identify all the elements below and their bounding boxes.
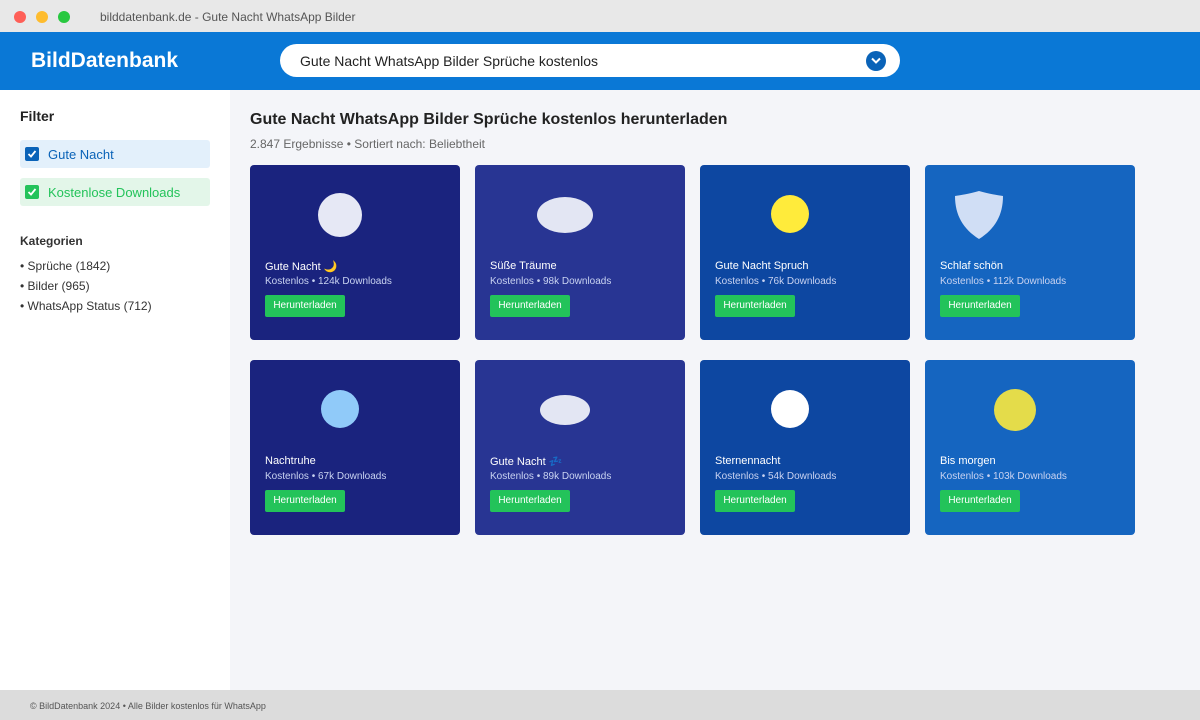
checkbox-checked-icon[interactable] <box>25 185 39 199</box>
filter-heading: Filter <box>20 108 55 124</box>
results-summary: 2.847 Ergebnisse • Sortiert nach: Belieb… <box>250 137 486 151</box>
maximize-window-button[interactable] <box>58 11 70 23</box>
window-title: bilddatenbank.de - Gute Nacht WhatsApp B… <box>100 10 356 24</box>
card-meta: Kostenlos • 67k Downloads <box>265 471 387 482</box>
download-button[interactable]: Herunterladen <box>940 490 1020 512</box>
shield-icon <box>955 191 1003 239</box>
close-window-button[interactable] <box>14 11 26 23</box>
search-box[interactable]: Gute Nacht WhatsApp Bilder Sprüche koste… <box>280 44 900 77</box>
moon-icon <box>771 195 809 233</box>
card-title: Gute Nacht 🌙 <box>265 261 338 273</box>
card-title: Süße Träume <box>490 260 557 272</box>
card-title: Sternennacht <box>715 455 781 467</box>
cloud-icon <box>537 197 593 233</box>
window-titlebar: bilddatenbank.de - Gute Nacht WhatsApp B… <box>0 0 1200 32</box>
checkbox-checked-icon[interactable] <box>25 147 39 161</box>
image-card[interactable]: Süße Träume Kostenlos • 98k Downloads Heru… <box>475 165 685 340</box>
download-button[interactable]: Herunterladen <box>715 490 795 512</box>
filter-kostenlose-downloads[interactable]: Kostenlose Downloads <box>20 178 210 206</box>
search-input[interactable]: Gute Nacht WhatsApp Bilder Sprüche koste… <box>300 53 598 69</box>
image-card[interactable]: Gute Nacht 💤 Kostenlos • 89k Downloads Her… <box>475 360 685 535</box>
moon-icon <box>994 389 1036 431</box>
download-button[interactable]: Herunterladen <box>940 295 1020 317</box>
results-main: Gute Nacht WhatsApp Bilder Sprüche koste… <box>230 90 1200 690</box>
filter-sidebar: Filter Gute Nacht Kostenlose Downloads K… <box>0 90 230 690</box>
image-card[interactable]: Schlaf schön Kostenlos • 112k Downloads He… <box>925 165 1135 340</box>
image-card[interactable]: Sternennacht Kostenlos • 54k Downloads Her… <box>700 360 910 535</box>
card-meta: Kostenlos • 76k Downloads <box>715 276 837 287</box>
site-header: BildDatenbank Gute Nacht WhatsApp Bilder… <box>0 32 1200 90</box>
download-button[interactable]: Herunterladen <box>490 295 570 317</box>
category-item-sprueche[interactable]: • Sprüche (1842) <box>20 259 110 273</box>
image-card[interactable]: Nachtruhe Kostenlos • 67k Downloads Herunt… <box>250 360 460 535</box>
image-card[interactable]: Gute Nacht 🌙 Kostenlos • 124k Downloads He… <box>250 165 460 340</box>
chevron-down-icon <box>871 57 881 64</box>
moon-icon <box>318 193 362 237</box>
footer-copyright: © BildDatenbank 2024 • Alle Bilder koste… <box>30 701 266 711</box>
categories-heading: Kategorien <box>20 234 83 248</box>
card-title: Schlaf schön <box>940 260 1003 272</box>
page-title: Gute Nacht WhatsApp Bilder Sprüche koste… <box>250 111 728 128</box>
download-button[interactable]: Herunterladen <box>265 490 345 512</box>
card-meta: Kostenlos • 54k Downloads <box>715 471 837 482</box>
card-meta: Kostenlos • 103k Downloads <box>940 471 1067 482</box>
download-button[interactable]: Herunterladen <box>715 295 795 317</box>
download-button[interactable]: Herunterladen <box>490 490 570 512</box>
download-button[interactable]: Herunterladen <box>265 295 345 317</box>
card-meta: Kostenlos • 124k Downloads <box>265 276 392 287</box>
filter-label: Gute Nacht <box>48 147 114 162</box>
filter-label: Kostenlose Downloads <box>48 185 181 200</box>
card-meta: Kostenlos • 112k Downloads <box>940 276 1067 287</box>
minimize-window-button[interactable] <box>36 11 48 23</box>
image-card[interactable]: Gute Nacht Spruch Kostenlos • 76k Downloa… <box>700 165 910 340</box>
category-item-bilder[interactable]: • Bilder (965) <box>20 279 90 293</box>
search-dropdown-button[interactable] <box>866 51 886 71</box>
site-footer: © BildDatenbank 2024 • Alle Bilder koste… <box>0 690 1200 720</box>
category-item-whatsapp-status[interactable]: • WhatsApp Status (712) <box>20 299 152 313</box>
card-meta: Kostenlos • 98k Downloads <box>490 276 612 287</box>
card-meta: Kostenlos • 89k Downloads <box>490 471 612 482</box>
cloud-icon <box>540 395 590 425</box>
moon-icon <box>771 390 809 428</box>
filter-gute-nacht[interactable]: Gute Nacht <box>20 140 210 168</box>
card-title: Gute Nacht Spruch <box>715 260 809 272</box>
moon-icon <box>321 390 359 428</box>
card-title: Nachtruhe <box>265 455 316 467</box>
card-title: Bis morgen <box>940 455 996 467</box>
card-title: Gute Nacht 💤 <box>490 456 563 468</box>
site-logo[interactable]: BildDatenbank <box>31 49 178 73</box>
image-card[interactable]: Bis morgen Kostenlos • 103k Downloads Heru… <box>925 360 1135 535</box>
